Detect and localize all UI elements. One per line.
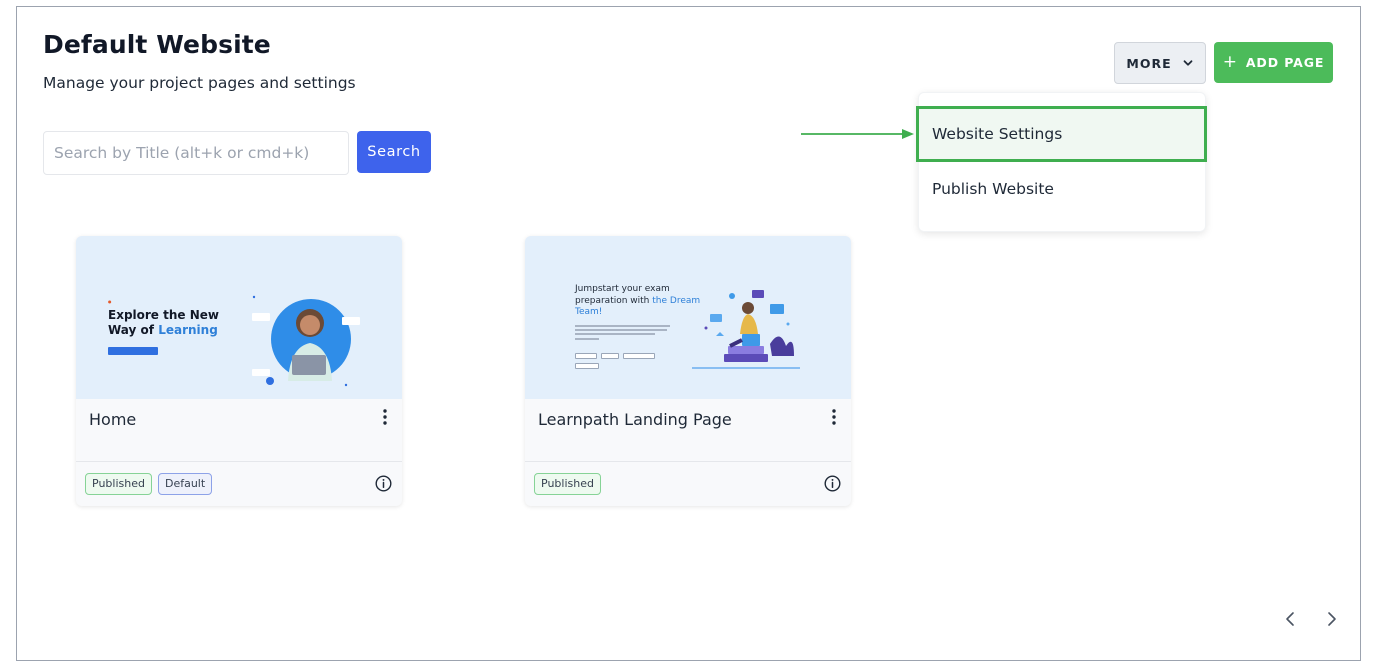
kebab-menu-icon[interactable] <box>827 406 841 428</box>
chevron-down-icon <box>1183 60 1193 66</box>
status-badge-published: Published <box>534 473 601 495</box>
kebab-menu-icon[interactable] <box>378 406 392 428</box>
page-card-home[interactable]: ● Explore the New Way of Learning Home P… <box>76 236 402 506</box>
plus-icon: + <box>1222 52 1238 72</box>
more-button[interactable]: MORE <box>1114 42 1206 84</box>
chevron-right-icon[interactable] <box>1325 610 1339 628</box>
search-input[interactable] <box>43 131 349 175</box>
badge-group: Published Default <box>85 473 213 495</box>
search-button[interactable]: Search <box>357 131 431 173</box>
menu-item-website-settings[interactable]: Website Settings <box>916 106 1207 162</box>
status-badge-published: Published <box>85 473 152 495</box>
more-button-label: MORE <box>1126 55 1172 71</box>
page-thumbnail: Jumpstart your exam preparation with the… <box>525 236 851 399</box>
status-badge-default: Default <box>157 473 213 495</box>
thumbnail-chip <box>575 363 599 369</box>
page-subtitle: Manage your project pages and settings <box>43 74 356 92</box>
thumbnail-chip <box>601 353 619 359</box>
study-illustration-icon <box>692 290 800 369</box>
add-page-button[interactable]: + ADD PAGE <box>1214 42 1333 83</box>
annotation-arrow-icon <box>801 129 914 139</box>
add-page-button-label: ADD PAGE <box>1245 55 1325 70</box>
badge-group: Published <box>534 473 601 495</box>
page-title: Default Website <box>43 30 271 59</box>
thumbnail-heading: Jumpstart your exam preparation with the… <box>575 284 701 317</box>
thumbnail-tag: ● <box>108 299 112 304</box>
more-dropdown-menu: Website Settings Publish Website <box>916 92 1207 232</box>
thumbnail-chip <box>575 353 597 359</box>
thumbnail-cta-bar <box>108 347 158 355</box>
menu-item-label: Website Settings <box>932 125 1063 143</box>
chevron-left-icon[interactable] <box>1283 610 1297 628</box>
page-card-title: Learnpath Landing Page <box>538 410 732 429</box>
thumbnail-chip <box>623 353 655 359</box>
info-icon[interactable] <box>824 475 841 492</box>
card-divider <box>76 461 402 462</box>
card-divider <box>525 461 851 462</box>
pagination <box>1283 610 1339 628</box>
thumbnail-heading: Explore the New Way of Learning <box>108 308 219 337</box>
page-card-title: Home <box>89 410 137 429</box>
thumbnail-text-lines <box>575 325 670 342</box>
page-card-learnpath-landing[interactable]: Jumpstart your exam preparation with the… <box>525 236 851 506</box>
menu-item-publish-website[interactable]: Publish Website <box>919 163 1207 215</box>
menu-item-label: Publish Website <box>932 180 1054 198</box>
page-thumbnail: ● Explore the New Way of Learning <box>76 236 402 399</box>
person-illustration-icon <box>252 295 360 387</box>
info-icon[interactable] <box>375 475 392 492</box>
